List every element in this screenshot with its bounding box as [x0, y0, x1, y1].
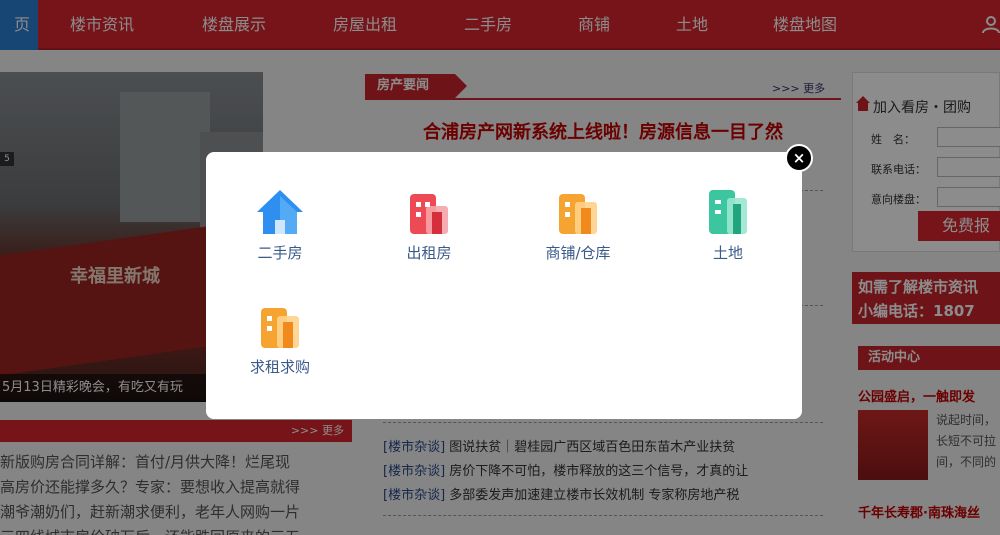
option-rent-buy-request[interactable]: 求租求购: [220, 302, 340, 377]
rent-building-icon: [410, 194, 448, 234]
option-label: 出租房: [406, 244, 452, 262]
land-building-icon: [709, 190, 747, 234]
option-label: 商铺/仓库: [545, 244, 611, 262]
shop-building-icon: [559, 194, 597, 234]
close-button[interactable]: ×: [785, 144, 813, 172]
option-label: 二手房: [257, 244, 303, 262]
option-secondhand[interactable]: 二手房: [220, 188, 340, 263]
option-label: 求租求购: [249, 358, 310, 376]
category-modal: 二手房 出租房 商铺/仓库 土地 求租求购: [206, 152, 802, 419]
option-rental[interactable]: 出租房: [369, 188, 489, 263]
option-shop-warehouse[interactable]: 商铺/仓库: [518, 188, 638, 263]
option-land[interactable]: 土地: [668, 188, 788, 263]
option-label: 土地: [712, 244, 743, 262]
request-building-icon: [261, 308, 299, 348]
house-icon: [257, 190, 303, 234]
